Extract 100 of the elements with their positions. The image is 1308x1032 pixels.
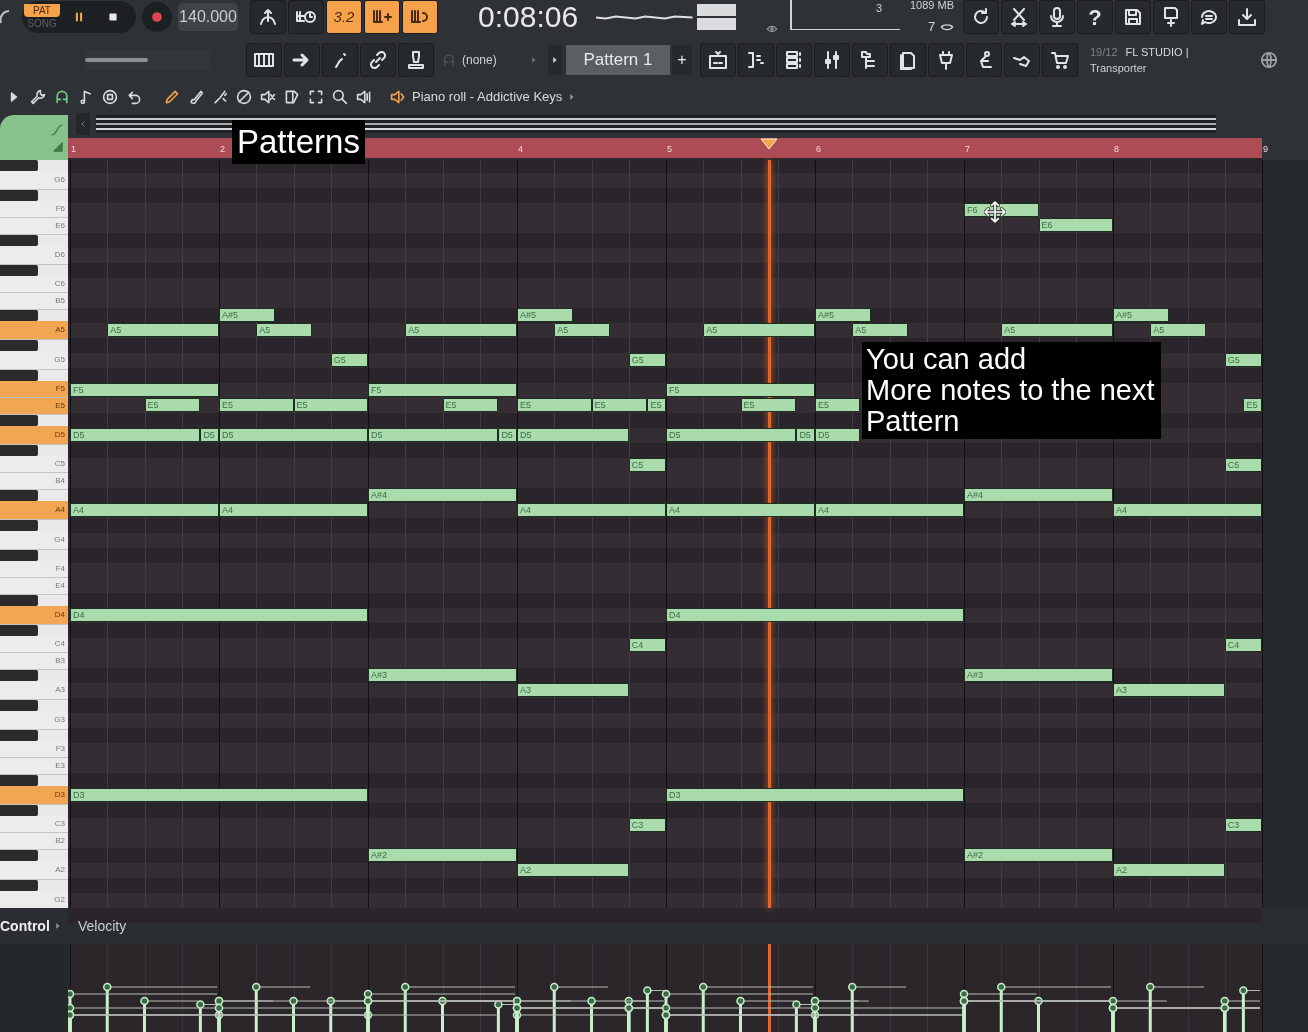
note-block[interactable]: A4 [70, 503, 219, 517]
note-block[interactable]: E5 [293, 398, 368, 412]
sharp-key[interactable] [0, 804, 38, 816]
sharp-key[interactable] [0, 414, 38, 426]
toolbar-button[interactable]: 3.2 [326, 0, 362, 34]
sharp-key[interactable] [0, 624, 38, 636]
sharp-key[interactable] [0, 369, 38, 381]
sharp-key[interactable] [0, 879, 38, 891]
toolbar-button[interactable] [1229, 0, 1265, 34]
note-block[interactable]: A2 [517, 863, 629, 877]
toolbar-button[interactable] [1004, 43, 1040, 77]
toolbar-button[interactable] [1039, 0, 1075, 34]
toolbar-button[interactable] [928, 43, 964, 77]
note-block[interactable]: D5 [219, 428, 368, 442]
note-block[interactable]: A3 [517, 683, 629, 697]
note-block[interactable]: A2 [1113, 863, 1225, 877]
note-block[interactable]: C3 [628, 818, 666, 832]
sharp-key[interactable] [0, 264, 38, 276]
note-block[interactable]: D5 [200, 428, 219, 442]
record-button[interactable] [142, 2, 172, 32]
toolbar-button[interactable] [360, 43, 396, 77]
note-block[interactable]: A5 [1150, 323, 1207, 337]
mode-tab[interactable]: PAT [24, 3, 60, 17]
note-block[interactable]: A4 [517, 503, 666, 517]
playhead-marker[interactable] [759, 138, 778, 150]
toolbar-button[interactable] [852, 43, 888, 77]
toolbar-button[interactable] [1191, 0, 1227, 34]
add-pattern-button[interactable]: + [672, 45, 692, 75]
note-block[interactable]: F5 [666, 383, 815, 397]
toolbar-button[interactable] [1042, 43, 1078, 77]
note-block[interactable]: A#3 [964, 668, 1113, 682]
toolbar-button[interactable] [963, 0, 999, 34]
sharp-key[interactable] [0, 309, 38, 321]
preset-dropdown[interactable]: (none) [462, 48, 542, 72]
note-block[interactable]: C4 [1224, 638, 1262, 652]
toolbar-button[interactable] [776, 43, 812, 77]
note-block[interactable]: C4 [628, 638, 666, 652]
note-block[interactable]: A5 [1001, 323, 1113, 337]
sharp-key[interactable] [0, 489, 38, 501]
note-block[interactable]: A5 [554, 323, 611, 337]
toolbar-button[interactable] [398, 43, 434, 77]
note-block[interactable]: C5 [628, 458, 666, 472]
note-block[interactable]: A5 [107, 323, 219, 337]
note-block[interactable]: E5 [442, 398, 499, 412]
note-block[interactable]: E6 [1038, 218, 1113, 232]
sharp-key[interactable] [0, 849, 38, 861]
piano-key[interactable]: F5 [0, 380, 68, 398]
note-block[interactable]: A4 [815, 503, 964, 517]
note-block[interactable]: A#4 [964, 488, 1113, 502]
sharp-key[interactable] [0, 774, 38, 786]
note-block[interactable]: A#2 [368, 848, 517, 862]
piano-key[interactable]: D5 [0, 425, 68, 445]
note-block[interactable]: A#2 [964, 848, 1113, 862]
note-block[interactable]: E5 [815, 398, 861, 412]
note-block[interactable]: A5 [405, 323, 517, 337]
note-block[interactable]: C3 [1224, 818, 1262, 832]
piano-key[interactable]: D4 [0, 605, 68, 625]
note-block[interactable]: A#3 [368, 668, 517, 682]
toolbar-button[interactable] [700, 43, 736, 77]
note-block[interactable]: E5 [144, 398, 201, 412]
toolbar-button[interactable] [1115, 0, 1151, 34]
pattern-selector[interactable]: Pattern 1 [566, 45, 670, 75]
note-block[interactable]: A4 [666, 503, 815, 517]
slider-fill[interactable] [85, 58, 148, 62]
toolbar-button[interactable] [738, 43, 774, 77]
note-block[interactable]: A3 [1113, 683, 1225, 697]
toolbar-button[interactable] [966, 43, 1002, 77]
note-block[interactable]: D5 [517, 428, 629, 442]
note-block[interactable]: D4 [70, 608, 368, 622]
note-block[interactable]: A#4 [368, 488, 517, 502]
note-block[interactable]: G5 [330, 353, 368, 367]
note-block[interactable]: D4 [666, 608, 964, 622]
control-menu[interactable]: Control [0, 915, 68, 937]
note-block[interactable]: A5 [852, 323, 909, 337]
note-block[interactable]: A5 [703, 323, 815, 337]
toolbar-button[interactable] [288, 0, 324, 34]
note-block[interactable]: D5 [498, 428, 517, 442]
sharp-key[interactable] [0, 519, 38, 531]
note-block[interactable]: E5 [740, 398, 797, 412]
pitch-slider[interactable] [85, 50, 210, 70]
toolbar-button[interactable] [284, 43, 320, 77]
note-block[interactable]: D5 [796, 428, 815, 442]
toolbar-button[interactable] [402, 0, 438, 34]
tempo-field[interactable]: 140.000 [178, 3, 238, 31]
note-block[interactable]: G5 [1224, 353, 1262, 367]
sharp-key[interactable] [0, 339, 38, 351]
mode-tab[interactable]: SONG [24, 16, 60, 31]
note-block[interactable]: F5 [70, 383, 219, 397]
note-block[interactable]: E5 [591, 398, 648, 412]
note-block[interactable]: D5 [70, 428, 201, 442]
note-block[interactable]: D3 [666, 788, 964, 802]
piano-key[interactable]: A5 [0, 320, 68, 340]
velocity-stems-drawing[interactable] [68, 982, 1261, 1032]
toolbar-button[interactable] [250, 0, 286, 34]
note-block[interactable]: A5 [256, 323, 313, 337]
toolbar-button[interactable] [1153, 0, 1189, 34]
note-block[interactable]: E5 [517, 398, 592, 412]
note-block[interactable]: D5 [368, 428, 499, 442]
piano-key[interactable]: A4 [0, 500, 68, 520]
sharp-key[interactable] [0, 594, 38, 606]
